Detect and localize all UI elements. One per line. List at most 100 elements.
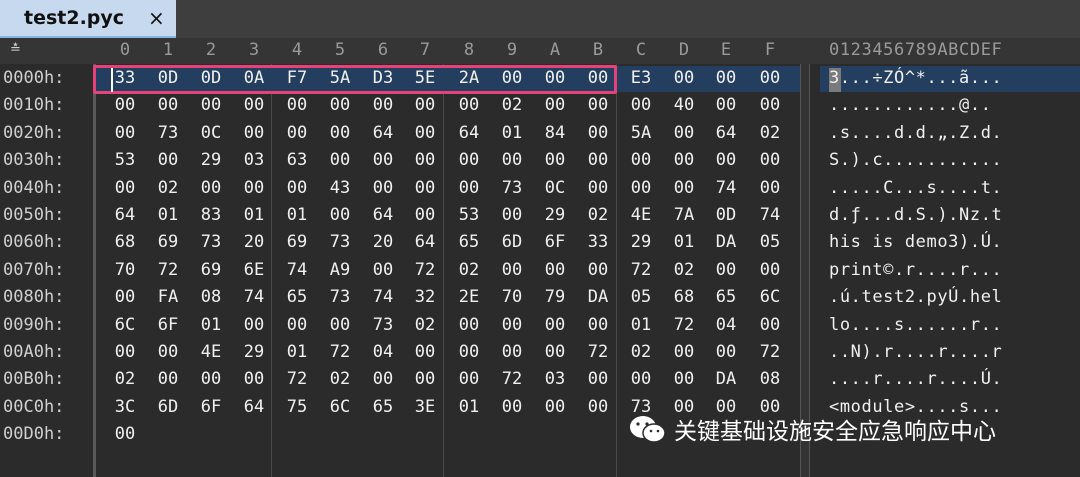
ascii-text[interactable]: S.).c........... (829, 150, 1002, 170)
ascii-text[interactable]: his is demo3).Ú. (829, 232, 1002, 252)
hex-byte[interactable]: 00 (244, 369, 264, 389)
hex-byte[interactable]: 73 (330, 232, 350, 252)
hex-byte[interactable]: 00 (716, 150, 736, 170)
hex-byte[interactable]: 6D (502, 232, 522, 252)
hex-byte[interactable]: 01 (287, 342, 307, 362)
hex-byte[interactable]: 63 (287, 150, 307, 170)
hex-byte[interactable]: 0C (545, 178, 565, 198)
ascii-text[interactable]: .ú.test2.pyÚ.hel (829, 287, 1002, 307)
hex-byte[interactable]: 00 (631, 95, 651, 115)
hex-byte[interactable]: 3E (415, 397, 435, 417)
hex-byte[interactable]: 53 (459, 205, 479, 225)
hex-byte[interactable]: E3 (631, 68, 651, 88)
hex-byte[interactable]: 02 (760, 123, 780, 143)
hex-byte[interactable]: 00 (201, 95, 221, 115)
hex-byte[interactable]: 83 (201, 205, 221, 225)
hex-byte[interactable]: 6C (760, 287, 780, 307)
hex-byte[interactable]: 7A (674, 205, 694, 225)
hex-byte[interactable]: 6F (545, 232, 565, 252)
hex-byte[interactable]: 00 (459, 315, 479, 335)
hex-byte[interactable]: 74 (287, 260, 307, 280)
hex-byte[interactable]: DA (716, 369, 736, 389)
hex-byte[interactable]: 02 (330, 369, 350, 389)
hex-byte[interactable]: 00 (631, 150, 651, 170)
hex-byte[interactable]: 65 (373, 397, 393, 417)
hex-byte[interactable]: 02 (158, 178, 178, 198)
hex-byte[interactable]: 65 (716, 287, 736, 307)
hex-byte[interactable]: 00 (545, 150, 565, 170)
hex-byte[interactable]: 64 (415, 232, 435, 252)
hex-byte[interactable]: 02 (674, 260, 694, 280)
hex-byte[interactable]: 00 (631, 369, 651, 389)
hex-byte[interactable]: 00 (115, 95, 135, 115)
hex-byte[interactable]: 00 (760, 260, 780, 280)
hex-byte[interactable]: 00 (674, 150, 694, 170)
hex-byte[interactable]: 00 (158, 342, 178, 362)
hex-byte[interactable]: 00 (115, 424, 135, 444)
hex-byte[interactable]: 0D (716, 205, 736, 225)
hex-byte[interactable]: 64 (115, 205, 135, 225)
hex-byte[interactable]: 5A (631, 123, 651, 143)
hex-byte[interactable]: 00 (716, 95, 736, 115)
ascii-text[interactable]: lo....s......r.. (829, 315, 1002, 335)
ascii-text[interactable]: print©.r....r... (829, 260, 1002, 280)
hex-byte[interactable]: 00 (115, 342, 135, 362)
hex-byte[interactable]: 00 (588, 260, 608, 280)
hex-byte[interactable]: 00 (674, 342, 694, 362)
hex-byte[interactable]: 00 (502, 260, 522, 280)
hex-byte[interactable]: 00 (244, 178, 264, 198)
hex-byte[interactable]: 00 (459, 150, 479, 170)
hex-byte[interactable]: 4E (631, 205, 651, 225)
hex-byte[interactable]: 29 (631, 232, 651, 252)
hex-byte[interactable]: 01 (674, 232, 694, 252)
hex-byte[interactable]: 00 (330, 123, 350, 143)
hex-byte[interactable]: 02 (115, 369, 135, 389)
hex-byte[interactable]: 00 (760, 315, 780, 335)
hex-byte[interactable]: 65 (287, 287, 307, 307)
hex-byte[interactable]: 00 (588, 150, 608, 170)
hex-byte[interactable]: 72 (631, 260, 651, 280)
hex-byte[interactable]: 00 (287, 178, 307, 198)
hex-byte[interactable]: 32 (415, 287, 435, 307)
hex-byte[interactable]: 72 (760, 342, 780, 362)
hex-byte[interactable]: 00 (502, 397, 522, 417)
hex-byte[interactable]: 00 (760, 68, 780, 88)
hex-byte[interactable]: 00 (115, 123, 135, 143)
hex-byte[interactable]: DA (588, 287, 608, 307)
hex-byte[interactable]: 00 (330, 95, 350, 115)
hex-byte[interactable]: 00 (588, 123, 608, 143)
hex-byte[interactable]: 00 (287, 95, 307, 115)
hex-byte[interactable]: 00 (545, 260, 565, 280)
hex-byte[interactable]: 0C (201, 123, 221, 143)
hex-byte[interactable]: 00 (502, 315, 522, 335)
hex-byte[interactable]: 00 (373, 369, 393, 389)
hex-byte[interactable]: 6C (330, 397, 350, 417)
hex-byte[interactable]: 00 (373, 95, 393, 115)
hex-byte[interactable]: 00 (459, 178, 479, 198)
hex-byte[interactable]: 05 (631, 287, 651, 307)
hex-byte[interactable]: 00 (588, 178, 608, 198)
hex-byte[interactable]: 69 (158, 232, 178, 252)
hex-byte[interactable]: 74 (716, 178, 736, 198)
hex-byte[interactable]: 00 (674, 123, 694, 143)
hex-byte[interactable]: 00 (760, 150, 780, 170)
hex-byte[interactable]: 20 (373, 232, 393, 252)
hex-byte[interactable]: 70 (115, 260, 135, 280)
hex-byte[interactable]: 00 (415, 150, 435, 170)
hex-byte[interactable]: 84 (545, 123, 565, 143)
hex-byte[interactable]: 00 (415, 123, 435, 143)
hex-byte[interactable]: 00 (244, 315, 264, 335)
hex-byte[interactable]: 00 (716, 342, 736, 362)
hex-byte[interactable]: 00 (415, 369, 435, 389)
hex-byte[interactable]: 00 (502, 150, 522, 170)
hex-byte[interactable]: 03 (545, 369, 565, 389)
hex-byte[interactable]: 4E (201, 342, 221, 362)
ascii-text[interactable]: .....C...s....t. (829, 178, 1002, 198)
hex-byte[interactable]: 00 (115, 178, 135, 198)
hex-byte[interactable]: 65 (459, 232, 479, 252)
hex-byte[interactable]: 73 (373, 315, 393, 335)
sort-up-icon[interactable]: ≛ (10, 42, 21, 57)
hex-byte[interactable]: 00 (158, 95, 178, 115)
hex-byte[interactable]: 74 (244, 287, 264, 307)
hex-byte[interactable]: 00 (459, 95, 479, 115)
